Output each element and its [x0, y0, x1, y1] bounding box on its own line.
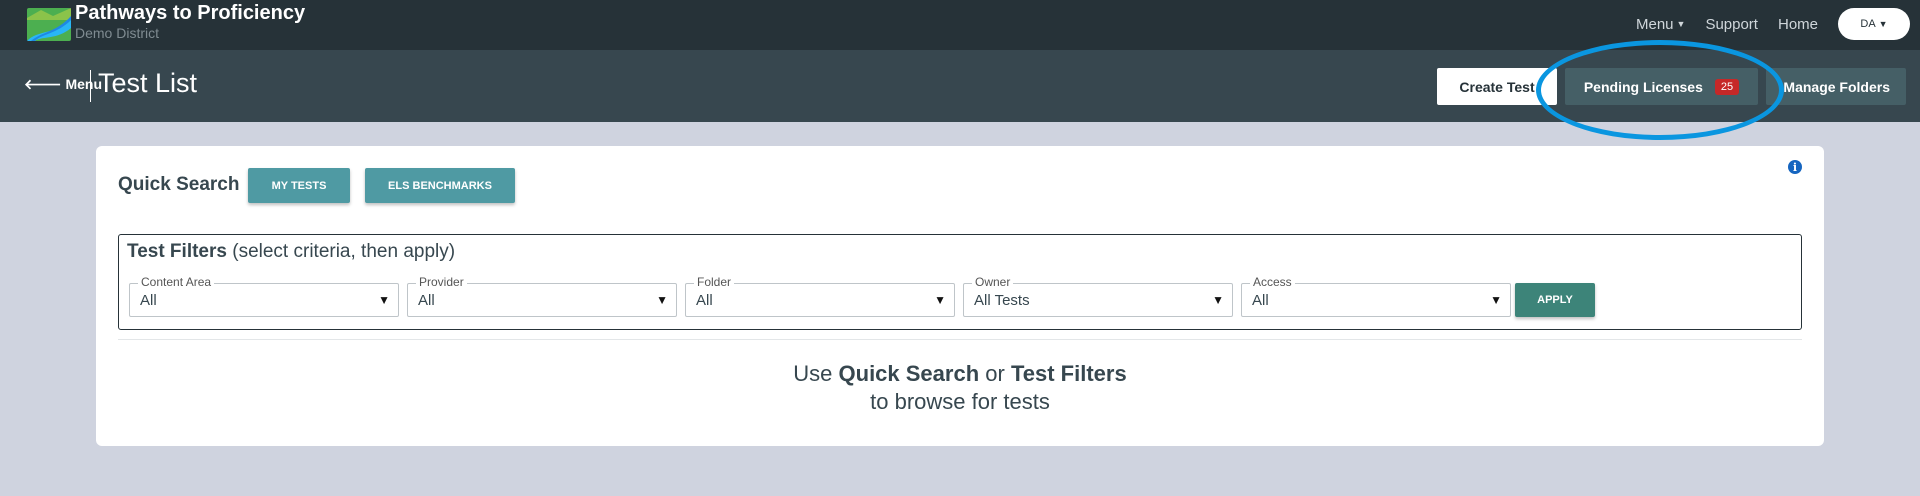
filters-title-bold: Test Filters	[127, 241, 227, 262]
caret-down-icon: ▼	[656, 293, 668, 307]
pending-count-badge: 25	[1714, 78, 1740, 95]
my-tests-button[interactable]: MY TESTS	[248, 168, 350, 203]
brand-title[interactable]: Pathways to Proficiency	[75, 2, 305, 25]
user-initials: DA	[1860, 18, 1876, 30]
apply-filters-button[interactable]: APPLY	[1515, 283, 1595, 317]
caret-down-icon: ▼	[934, 293, 946, 307]
empty-text-bold: Quick Search	[838, 361, 980, 386]
arrow-left-icon: 🡐	[24, 76, 62, 92]
empty-state-line-2: to browse for tests	[870, 389, 1050, 414]
header-divider	[90, 70, 91, 102]
empty-state-message: Use Quick Search or Test Filters to brow…	[96, 360, 1824, 416]
top-nav-links: Menu ▼ Support Home DA ▼	[1636, 8, 1910, 40]
caret-down-icon: ▼	[1212, 293, 1224, 307]
test-search-card: Quick Search MY TESTS ELS BENCHMARKS i T…	[96, 146, 1824, 446]
test-filters-title: Test Filters (select criteria, then appl…	[127, 241, 455, 263]
user-menu-button[interactable]: DA ▼	[1838, 8, 1910, 40]
select-value: All	[696, 292, 713, 309]
select-value: All Tests	[974, 292, 1030, 309]
nav-menu-label: Menu	[1635, 15, 1674, 33]
empty-text: or	[985, 361, 1005, 386]
pending-licenses-button[interactable]: Pending Licenses 25	[1565, 68, 1758, 105]
test-filters-panel: Test Filters (select criteria, then appl…	[118, 234, 1802, 330]
select-label: Content Area	[138, 275, 215, 289]
access-select[interactable]: Access All ▼	[1241, 275, 1511, 317]
folder-select[interactable]: Folder All ▼	[685, 275, 955, 317]
caret-down-icon: ▼	[1490, 293, 1502, 307]
page-title: Test List	[98, 68, 198, 98]
pending-licenses-label: Pending Licenses	[1583, 78, 1703, 95]
select-label: Folder	[694, 275, 735, 289]
nav-home-link[interactable]: Home	[1778, 16, 1818, 33]
select-label: Owner	[972, 275, 1014, 289]
section-divider	[118, 339, 1802, 340]
select-value: All	[1252, 292, 1269, 309]
empty-text: Use	[793, 361, 833, 386]
nav-menu-dropdown[interactable]: Menu ▼	[1636, 16, 1685, 33]
owner-select[interactable]: Owner All Tests ▼	[963, 275, 1233, 317]
caret-down-icon: ▼	[1878, 19, 1888, 29]
caret-down-icon: ▼	[378, 293, 390, 307]
quick-search-title: Quick Search	[118, 174, 240, 195]
create-test-button[interactable]: Create Test	[1437, 68, 1557, 105]
landscape-road-logo[interactable]	[27, 8, 71, 41]
empty-text-bold: Test Filters	[1010, 361, 1127, 386]
top-navbar: Pathways to Proficiency Demo District Me…	[0, 0, 1920, 50]
district-name: Demo District	[75, 25, 160, 41]
content-area-select[interactable]: Content Area All ▼	[129, 275, 399, 317]
info-icon[interactable]: i	[1788, 160, 1802, 174]
provider-select[interactable]: Provider All ▼	[407, 275, 677, 317]
caret-down-icon: ▼	[1676, 18, 1686, 29]
nav-support-link[interactable]: Support	[1705, 16, 1758, 33]
back-menu-label: Menu	[65, 76, 102, 92]
select-label: Provider	[416, 275, 467, 289]
filters-title-hint: (select criteria, then apply)	[232, 241, 456, 262]
empty-state-line-1: Use Quick Search or Test Filters	[96, 360, 1824, 388]
select-value: All	[140, 292, 157, 309]
select-value: All	[418, 292, 435, 309]
select-label: Access	[1250, 275, 1295, 289]
els-benchmarks-button[interactable]: ELS BENCHMARKS	[365, 168, 515, 203]
manage-folders-button[interactable]: Manage Folders	[1766, 68, 1906, 105]
